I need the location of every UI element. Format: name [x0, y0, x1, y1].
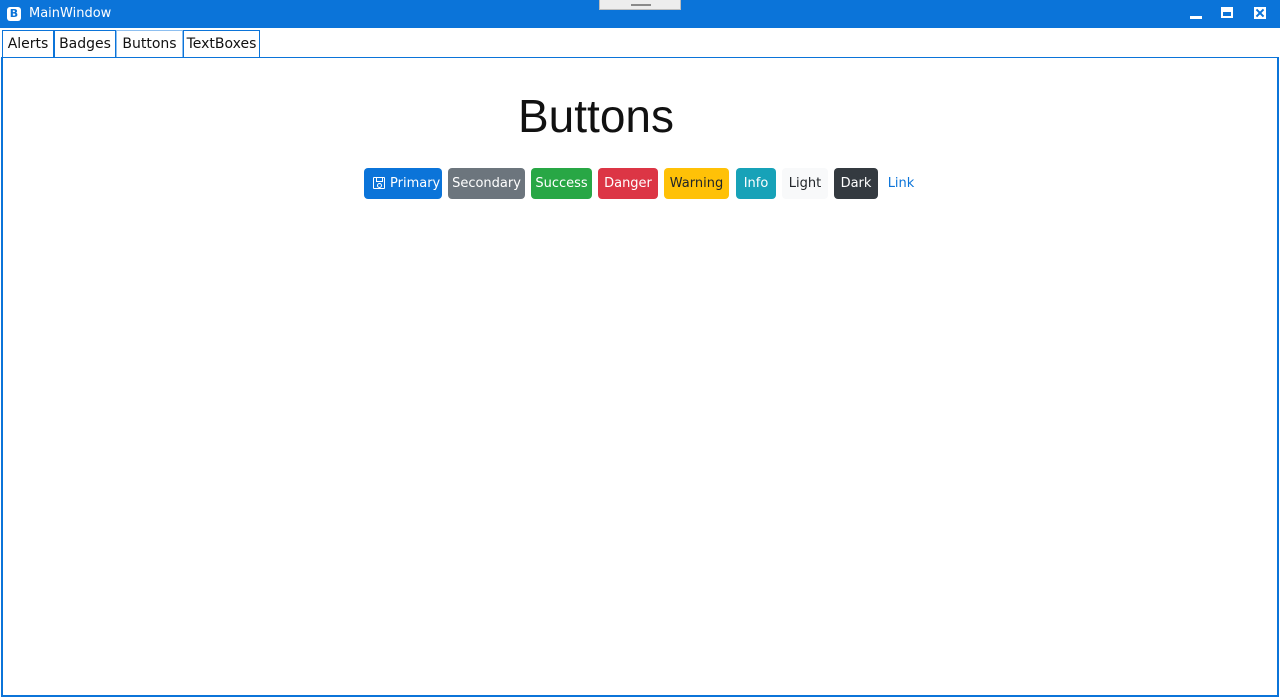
tab-textboxes[interactable]: TextBoxes [183, 30, 260, 58]
minimize-icon [1190, 16, 1202, 19]
maximize-button[interactable] [1221, 6, 1235, 20]
success-button[interactable]: Success [531, 168, 592, 199]
save-icon [373, 177, 385, 189]
title-bar[interactable]: B MainWindow [0, 0, 1280, 28]
tab-buttons[interactable]: Buttons [116, 30, 183, 59]
tab-badges[interactable]: Badges [54, 30, 116, 58]
warning-button[interactable]: Warning [664, 168, 729, 199]
dark-button[interactable]: Dark [834, 168, 878, 199]
primary-button[interactable]: Primary [364, 168, 442, 199]
danger-button[interactable]: Danger [598, 168, 658, 199]
info-button[interactable]: Info [736, 168, 776, 199]
grip-icon [631, 4, 651, 6]
window-title: MainWindow [29, 6, 112, 21]
secondary-button[interactable]: Secondary [448, 168, 525, 199]
page-title: Buttons [518, 90, 674, 142]
close-button[interactable] [1253, 6, 1267, 20]
maximize-icon [1221, 7, 1233, 18]
link-button[interactable]: Link [884, 168, 918, 199]
tab-content-panel [1, 57, 1279, 697]
app-logo-icon: B [7, 7, 21, 21]
close-icon [1254, 7, 1266, 19]
tab-alerts[interactable]: Alerts [2, 30, 54, 58]
minimize-button[interactable] [1189, 6, 1203, 20]
primary-button-label: Primary [390, 176, 441, 191]
drag-handle[interactable] [599, 0, 681, 10]
light-button[interactable]: Light [782, 168, 828, 199]
